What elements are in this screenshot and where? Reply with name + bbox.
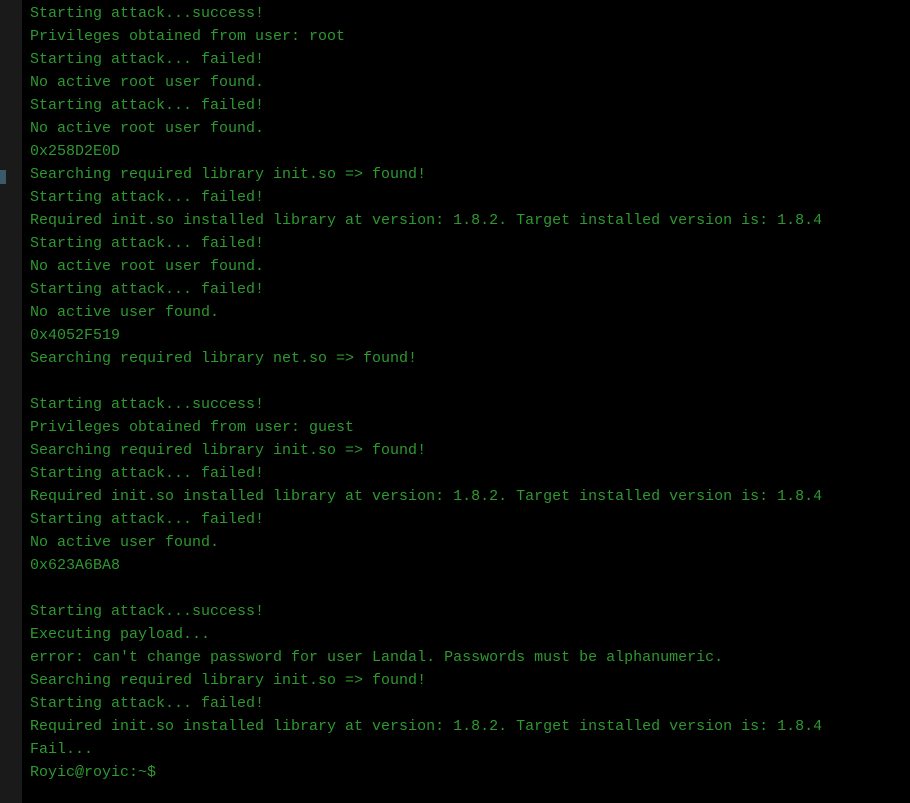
terminal-line: 0x623A6BA8 [30,554,902,577]
terminal-prompt[interactable]: Royic@royic:~$ [30,761,902,784]
terminal-line: No active root user found. [30,71,902,94]
terminal-line: Searching required library init.so => fo… [30,669,902,692]
terminal-line: Searching required library init.so => fo… [30,163,902,186]
terminal-line: Required init.so installed library at ve… [30,209,902,232]
terminal-line: No active user found. [30,531,902,554]
terminal-line: Starting attack... failed! [30,48,902,71]
terminal-line: Fail... [30,738,902,761]
terminal-line: Privileges obtained from user: root [30,25,902,48]
terminal-line: 0x258D2E0D [30,140,902,163]
terminal-line: Starting attack... failed! [30,232,902,255]
terminal-line: Privileges obtained from user: guest [30,416,902,439]
terminal-line: Starting attack...success! [30,393,902,416]
terminal-line: No active root user found. [30,117,902,140]
terminal-line: Required init.so installed library at ve… [30,715,902,738]
terminal-line [30,370,902,393]
window-left-edge [0,0,22,803]
terminal-line: Starting attack... failed! [30,462,902,485]
terminal-line: Starting attack... failed! [30,278,902,301]
terminal-line: Starting attack...success! [30,2,902,25]
terminal-line [30,577,902,600]
left-accent-marker [0,170,6,184]
terminal-line: Starting attack... failed! [30,94,902,117]
terminal-output: Starting attack...success!Privileges obt… [30,2,902,761]
terminal-line: 0x4052F519 [30,324,902,347]
terminal-line: Required init.so installed library at ve… [30,485,902,508]
terminal-line: error: can't change password for user La… [30,646,902,669]
terminal-line: Searching required library net.so => fou… [30,347,902,370]
terminal-line: Starting attack... failed! [30,692,902,715]
terminal-line: Starting attack... failed! [30,186,902,209]
terminal-line: Starting attack...success! [30,600,902,623]
terminal-line: No active root user found. [30,255,902,278]
terminal-line: Starting attack... failed! [30,508,902,531]
terminal-line: No active user found. [30,301,902,324]
terminal-line: Executing payload... [30,623,902,646]
terminal-line: Searching required library init.so => fo… [30,439,902,462]
terminal-window[interactable]: Starting attack...success!Privileges obt… [22,0,910,803]
